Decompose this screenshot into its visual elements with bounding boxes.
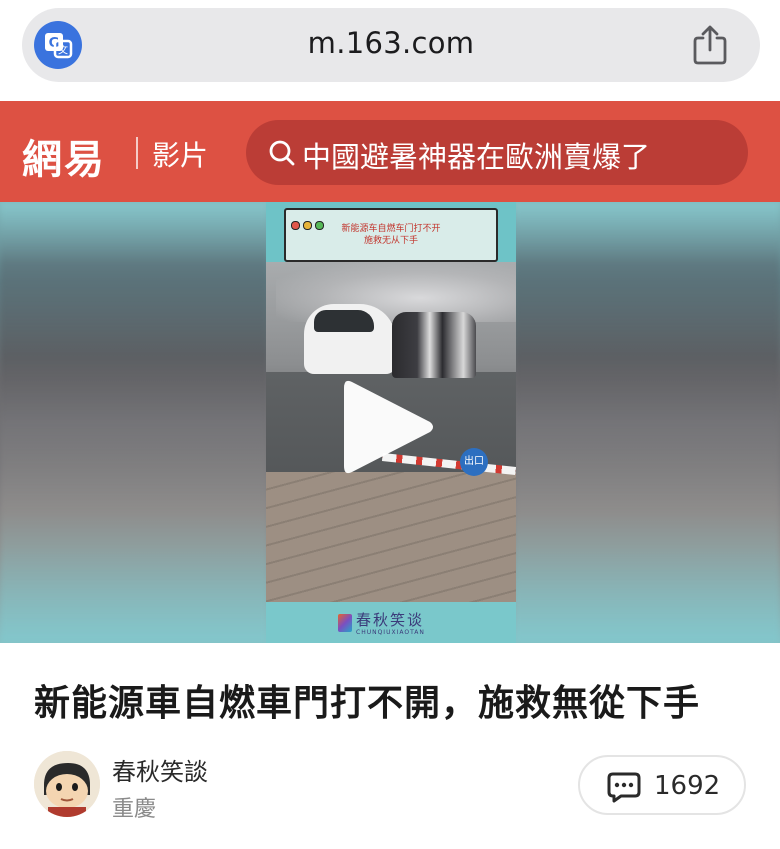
section-label-video[interactable]: 影片 [152,134,208,174]
address-bar[interactable]: G 文 m.163.com [22,8,760,82]
search-icon [268,139,296,167]
video-scene-people [392,312,476,378]
author-name[interactable]: 春秋笑談 [112,752,208,787]
video-blur-right [514,202,780,643]
comment-button[interactable]: 1692 [578,755,746,815]
header-divider [136,137,138,169]
comment-icon [606,771,642,803]
share-icon[interactable] [690,24,730,66]
author-avatar[interactable] [34,751,100,817]
url-text[interactable]: m.163.com [22,26,760,60]
watermark-logo-icon [338,614,352,632]
video-blur-left [0,202,268,643]
search-box[interactable]: 中國避暑神器在歐洲賣爆了 [246,120,748,185]
article-title[interactable]: 新能源車自燃車門打不開，施救無從下手 [34,674,700,726]
comment-count: 1692 [654,771,721,801]
browser-toolbar: G 文 m.163.com [0,0,780,101]
video-exit-sign: 出口 [460,448,488,476]
site-header: 網易 影片 中國避暑神器在歐洲賣爆了 [0,101,780,202]
watermark-name: 春秋笑谈 [356,611,425,629]
author-location: 重慶 [112,797,157,822]
play-icon[interactable] [338,372,438,482]
video-caption-line1: 新能源车自燃车门打不开 [341,224,441,234]
video-caption: 新能源车自燃车门打不开 施救无从下手 [286,223,496,247]
search-suggestion-text: 中國避暑神器在歐洲賣爆了 [302,140,651,174]
netease-logo[interactable]: 網易 [22,127,106,185]
video-scene-car-window [314,310,374,332]
video-caption-box: 新能源车自燃车门打不开 施救无从下手 [284,208,498,262]
video-watermark: 春秋笑谈 CHUNQIUXIAOTAN [266,602,516,643]
video-scene-curb [266,472,516,602]
video-caption-line2: 施救无从下手 [363,236,418,246]
watermark-subtitle: CHUNQIUXIAOTAN [356,629,425,636]
video-player[interactable]: 出口 新能源车自燃车门打不开 施救无从下手 春秋笑谈 CHUNQIUXIAOTA… [0,202,780,643]
